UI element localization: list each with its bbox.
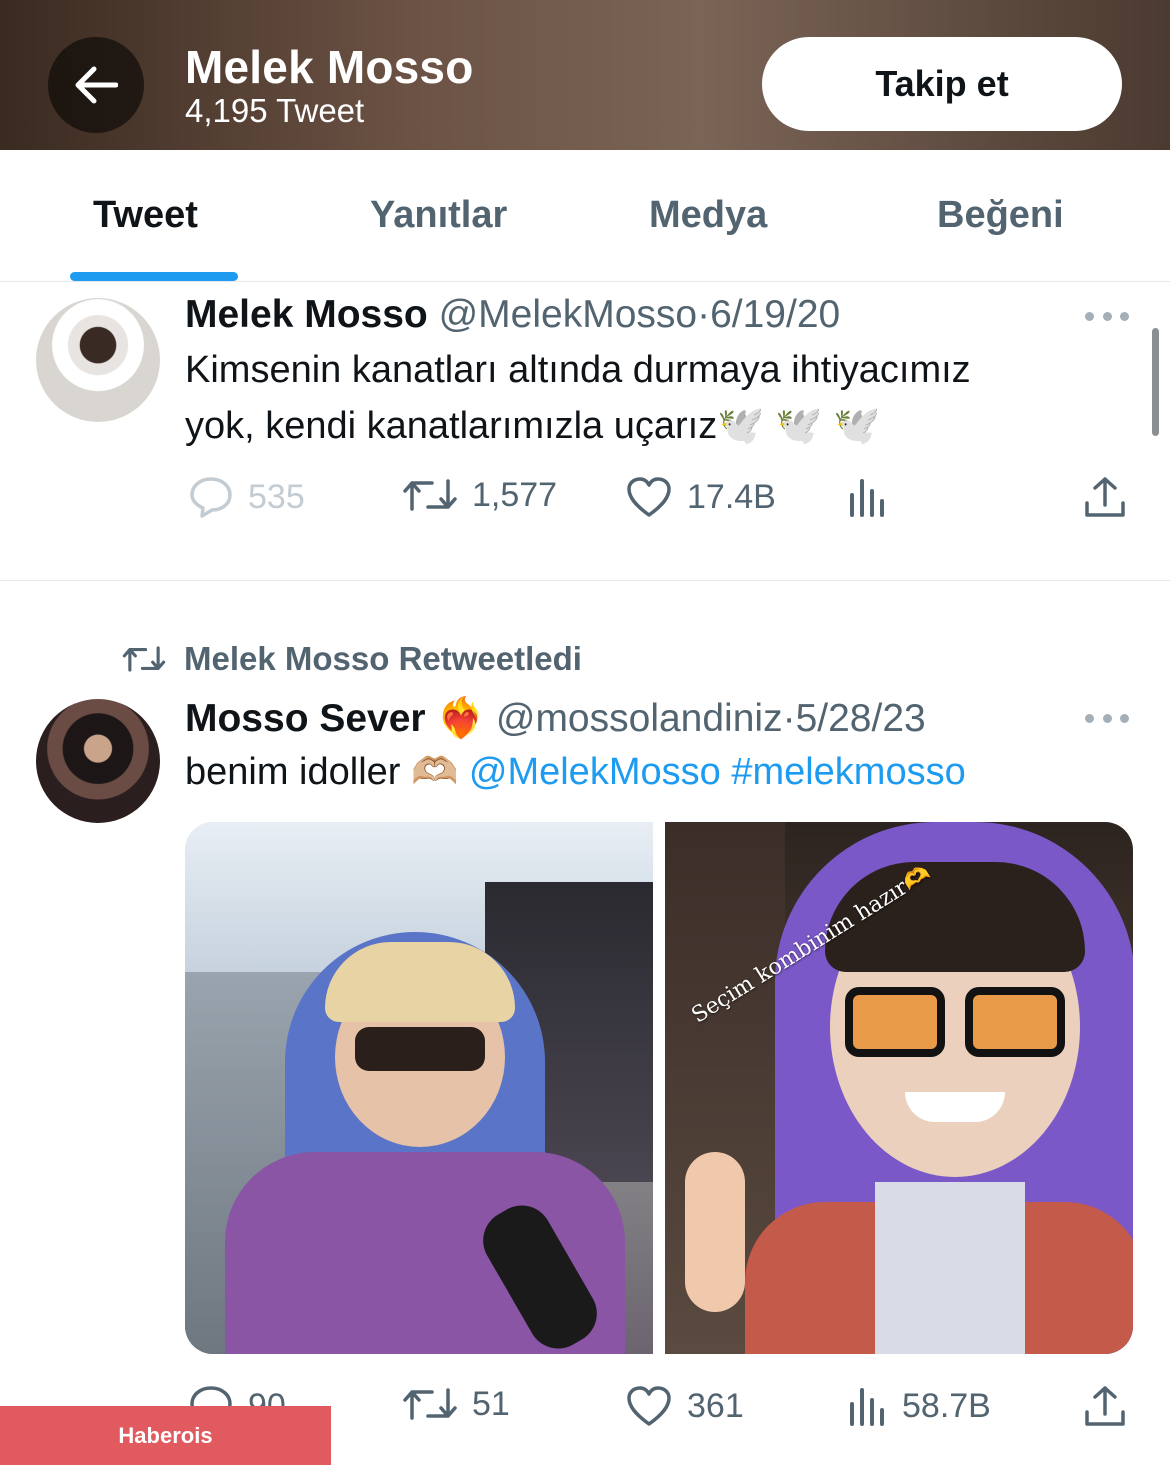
tweet-count: 4,195 Tweet <box>185 92 365 129</box>
retweet-count: 1,577 <box>472 475 558 514</box>
back-button[interactable] <box>48 37 144 133</box>
retweet-icon <box>403 1388 457 1420</box>
views-action[interactable] <box>848 477 888 517</box>
like-count: 17.4B <box>687 477 776 516</box>
author-name[interactable]: Melek Mosso <box>185 293 428 336</box>
profile-tabs: Tweet Yanıtlar Medya Beğeni <box>0 150 1170 282</box>
share-icon <box>1085 477 1125 517</box>
retweet-action[interactable]: 51 <box>402 1384 510 1424</box>
like-count: 361 <box>687 1386 744 1425</box>
author-handle[interactable]: @mossolandiniz <box>496 697 783 740</box>
arrow-left-icon <box>75 66 118 104</box>
tweet-media: Seçim kombinim hazır🫶 <box>185 822 1133 1354</box>
like-action[interactable]: 361 <box>625 1384 744 1428</box>
mention-link[interactable]: @MelekMosso <box>469 751 721 793</box>
tab-likes[interactable]: Beğeni <box>937 194 1064 237</box>
separator: · <box>782 697 796 740</box>
tweet-divider <box>0 580 1170 581</box>
media-photo-left[interactable] <box>185 822 653 1354</box>
hashtag-link[interactable]: #melekmosso <box>731 751 965 793</box>
fire-heart-emoji-icon: ❤️‍🔥 <box>436 697 486 740</box>
scrollbar[interactable] <box>1152 328 1159 436</box>
reply-action[interactable]: 535 <box>188 475 305 519</box>
tweet-text-line: yok, kendi kanatlarımızla uçarız🕊️ 🕊️ 🕊️ <box>185 405 881 447</box>
more-options-icon[interactable] <box>1085 311 1129 321</box>
share-icon <box>1085 1386 1125 1426</box>
reply-icon <box>190 477 232 518</box>
tab-replies[interactable]: Yanıtlar <box>370 194 507 237</box>
views-action[interactable]: 58.7B <box>848 1386 991 1426</box>
media-photo-right[interactable]: Seçim kombinim hazır🫶 <box>665 822 1133 1354</box>
tweet-author-line: Mosso Sever ❤️‍🔥 @mossolandiniz·5/28/23 <box>185 695 926 741</box>
share-action[interactable] <box>1083 1384 1127 1428</box>
views-count: 58.7B <box>902 1386 991 1425</box>
avatar[interactable] <box>36 298 160 422</box>
retweet-icon <box>403 479 457 511</box>
retweet-count: 51 <box>472 1384 510 1423</box>
watermark: Haberois <box>0 1406 331 1465</box>
analytics-icon <box>850 479 884 517</box>
reply-count: 535 <box>248 477 305 516</box>
like-action[interactable]: 17.4B <box>625 475 776 519</box>
tweet-text-main: benim idoller 🫶🏼 <box>185 751 469 793</box>
tab-tweet[interactable]: Tweet <box>93 194 198 237</box>
author-handle[interactable]: @MelekMosso <box>439 293 698 336</box>
retweet-indicator-label: Melek Mosso Retweetledi <box>184 640 582 677</box>
heart-icon <box>627 477 671 517</box>
tweet-author-line: Melek Mosso @MelekMosso·6/19/20 <box>185 293 840 337</box>
follow-button[interactable]: Takip et <box>762 37 1122 131</box>
profile-name: Melek Mosso <box>185 41 474 93</box>
tweet-date[interactable]: 5/28/23 <box>796 697 926 740</box>
tweet-text-line: Kimsenin kanatları altında durmaya ihtiy… <box>185 349 971 391</box>
tweet-text: benim idoller 🫶🏼 @MelekMosso #melekmosso <box>185 744 1145 800</box>
tab-media[interactable]: Medya <box>649 194 767 237</box>
retweet-indicator[interactable]: Melek Mosso Retweetledi <box>122 640 582 678</box>
profile-header: Melek Mosso 4,195 Tweet Takip et <box>0 0 1170 150</box>
avatar[interactable] <box>36 699 160 823</box>
retweet-action[interactable]: 1,577 <box>402 475 557 515</box>
retweet-icon <box>122 646 166 672</box>
tweet-date[interactable]: 6/19/20 <box>710 293 840 336</box>
more-options-icon[interactable] <box>1085 713 1129 723</box>
share-action[interactable] <box>1083 475 1127 519</box>
author-name[interactable]: Mosso Sever <box>185 697 426 740</box>
analytics-icon <box>850 1388 884 1426</box>
active-tab-indicator <box>70 272 238 281</box>
separator: · <box>697 293 711 336</box>
tweet-text: Kimsenin kanatları altında durmaya ihtiy… <box>185 342 1145 454</box>
heart-icon <box>627 1386 671 1426</box>
